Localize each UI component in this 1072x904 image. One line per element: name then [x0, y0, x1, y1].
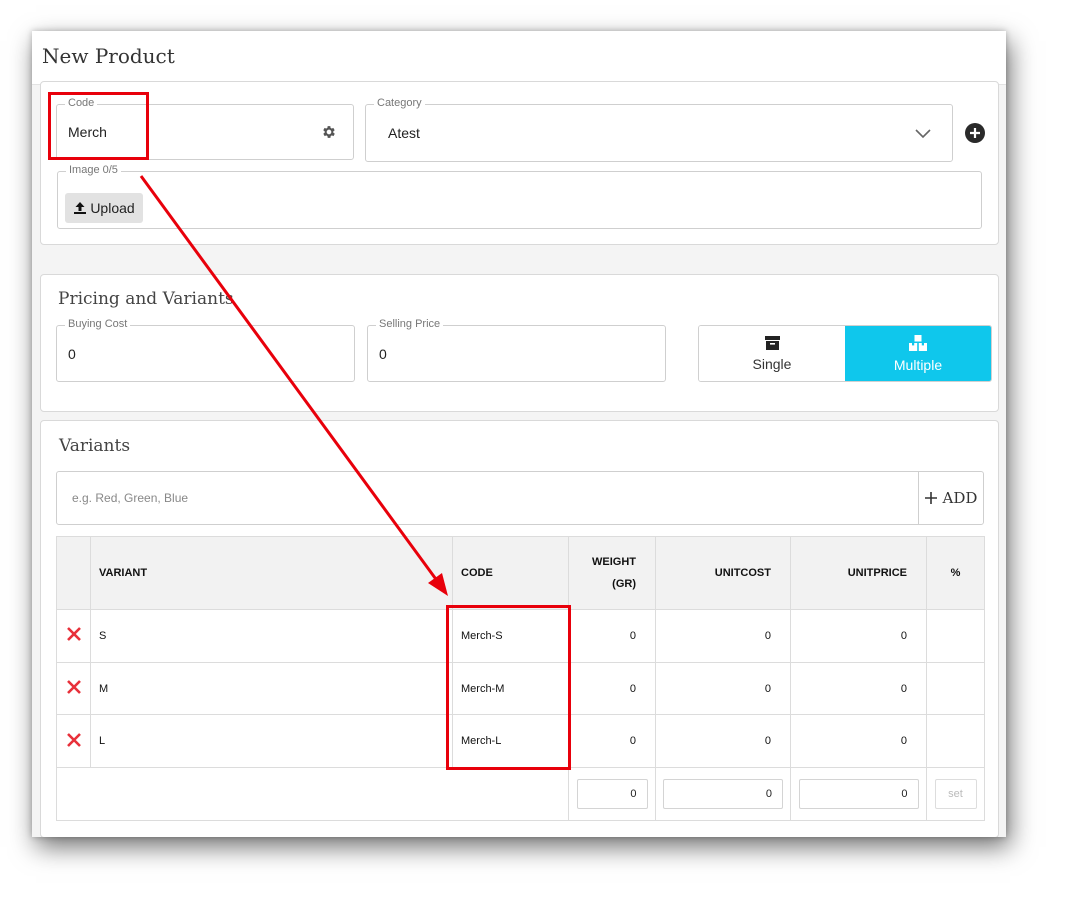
- upload-button[interactable]: Upload: [65, 193, 143, 223]
- single-option[interactable]: Single: [699, 326, 845, 381]
- code-label: Code: [65, 97, 98, 109]
- percent-cell[interactable]: [926, 714, 985, 769]
- delete-row-button[interactable]: [56, 714, 91, 769]
- buying-cost-label: Buying Cost: [65, 318, 131, 330]
- category-value: Atest: [388, 125, 420, 141]
- multiple-option[interactable]: Multiple: [845, 326, 991, 381]
- variant-cell[interactable]: M: [90, 661, 453, 716]
- variant-cell[interactable]: S: [90, 609, 453, 663]
- upload-icon: [74, 202, 87, 214]
- header-unitprice: UNITPRICE: [790, 536, 927, 610]
- add-label: ADD: [942, 489, 978, 507]
- table-row: S Merch-S 0 0 0: [56, 609, 985, 663]
- code-field[interactable]: Code Merch: [56, 97, 354, 160]
- new-product-window: New Product Code Merch Category Atest Im…: [32, 31, 1006, 837]
- variant-entry-row: e.g. Red, Green, Blue ADD: [56, 471, 984, 525]
- image-label: Image 0/5: [66, 164, 121, 176]
- buying-cost-field[interactable]: Buying Cost 0: [56, 318, 355, 382]
- bulk-weight-input[interactable]: 0: [576, 778, 648, 809]
- bulk-set-cell: set: [926, 767, 985, 821]
- add-variant-button[interactable]: ADD: [918, 472, 983, 524]
- weight-cell[interactable]: 0: [568, 714, 656, 769]
- boxes-icon: [909, 334, 927, 351]
- weight-cell[interactable]: 0: [568, 609, 656, 663]
- gear-icon[interactable]: [319, 122, 339, 142]
- percent-cell[interactable]: [926, 661, 985, 716]
- page-title: New Product: [42, 44, 175, 68]
- multiple-label: Multiple: [893, 356, 943, 373]
- pricing-card: Pricing and Variants Buying Cost 0 Selli…: [40, 274, 999, 412]
- header-weight: WEIGHT (GR): [568, 536, 656, 610]
- bulk-unitcost-input[interactable]: 0: [663, 778, 783, 809]
- variants-card: Variants e.g. Red, Green, Blue ADD VARIA…: [40, 420, 999, 837]
- percent-cell[interactable]: [926, 609, 985, 663]
- selling-price-value: 0: [379, 346, 387, 362]
- variants-table: VARIANT CODE WEIGHT (GR) UNITCOST UNITPR…: [56, 536, 985, 821]
- header-variant: VARIANT: [90, 536, 453, 610]
- set-button[interactable]: set: [934, 778, 977, 809]
- delete-row-button[interactable]: [56, 609, 91, 663]
- table-header-row: VARIANT CODE WEIGHT (GR) UNITCOST UNITPR…: [56, 536, 985, 610]
- buying-cost-value: 0: [68, 346, 76, 362]
- category-label: Category: [374, 97, 425, 109]
- single-label: Single: [752, 355, 792, 372]
- archive-box-icon: [764, 335, 780, 350]
- category-field[interactable]: Category Atest: [365, 97, 953, 162]
- selling-price-label: Selling Price: [376, 318, 444, 330]
- bulk-unitprice-input[interactable]: 0: [798, 778, 919, 809]
- header-unitcost: UNITCOST: [655, 536, 791, 610]
- unitcost-cell[interactable]: 0: [655, 609, 791, 663]
- plus-icon: [924, 492, 937, 504]
- code-cell[interactable]: Merch-L: [452, 714, 569, 769]
- unitprice-cell[interactable]: 0: [790, 714, 927, 769]
- bulk-set-spacer: [56, 767, 569, 821]
- header-percent: %: [926, 536, 985, 610]
- selling-price-field[interactable]: Selling Price 0: [367, 318, 666, 382]
- bulk-unitprice-cell: 0: [790, 767, 927, 821]
- delete-row-button[interactable]: [56, 661, 91, 716]
- unitcost-cell[interactable]: 0: [655, 714, 791, 769]
- unitprice-cell[interactable]: 0: [790, 609, 927, 663]
- unitcost-cell[interactable]: 0: [655, 661, 791, 716]
- title-bar: New Product: [32, 31, 1006, 85]
- bulk-unitcost-cell: 0: [655, 767, 791, 821]
- table-row: M Merch-M 0 0 0: [56, 661, 985, 716]
- variants-title: Variants: [59, 436, 131, 456]
- header-weight-line1: WEIGHT: [592, 556, 636, 568]
- image-field: Image 0/5 Upload: [57, 164, 982, 229]
- basic-info-card: Code Merch Category Atest Image 0/5 Uplo…: [40, 81, 999, 245]
- unitprice-cell[interactable]: 0: [790, 661, 927, 716]
- variant-mode-toggle: Single Multiple: [698, 325, 992, 382]
- header-code: CODE: [452, 536, 569, 610]
- code-value: Merch: [68, 124, 107, 140]
- close-x-icon: [66, 680, 81, 694]
- plus-circle-icon[interactable]: [964, 122, 986, 144]
- code-cell[interactable]: Merch-S: [452, 609, 569, 663]
- weight-cell[interactable]: 0: [568, 661, 656, 716]
- upload-label: Upload: [90, 200, 135, 216]
- bulk-set-row: 0 0 0 set: [56, 767, 985, 821]
- chevron-down-icon[interactable]: [914, 125, 932, 143]
- close-x-icon: [66, 732, 81, 747]
- variant-cell[interactable]: L: [90, 714, 453, 769]
- pricing-title: Pricing and Variants: [58, 289, 234, 309]
- bulk-weight-cell: 0: [568, 767, 656, 821]
- close-x-icon: [66, 627, 81, 642]
- table-row: L Merch-L 0 0 0: [56, 714, 985, 769]
- code-cell[interactable]: Merch-M: [452, 661, 569, 716]
- variant-input[interactable]: e.g. Red, Green, Blue: [72, 491, 188, 505]
- header-weight-line2: (GR): [612, 578, 636, 590]
- header-delete: [56, 536, 91, 610]
